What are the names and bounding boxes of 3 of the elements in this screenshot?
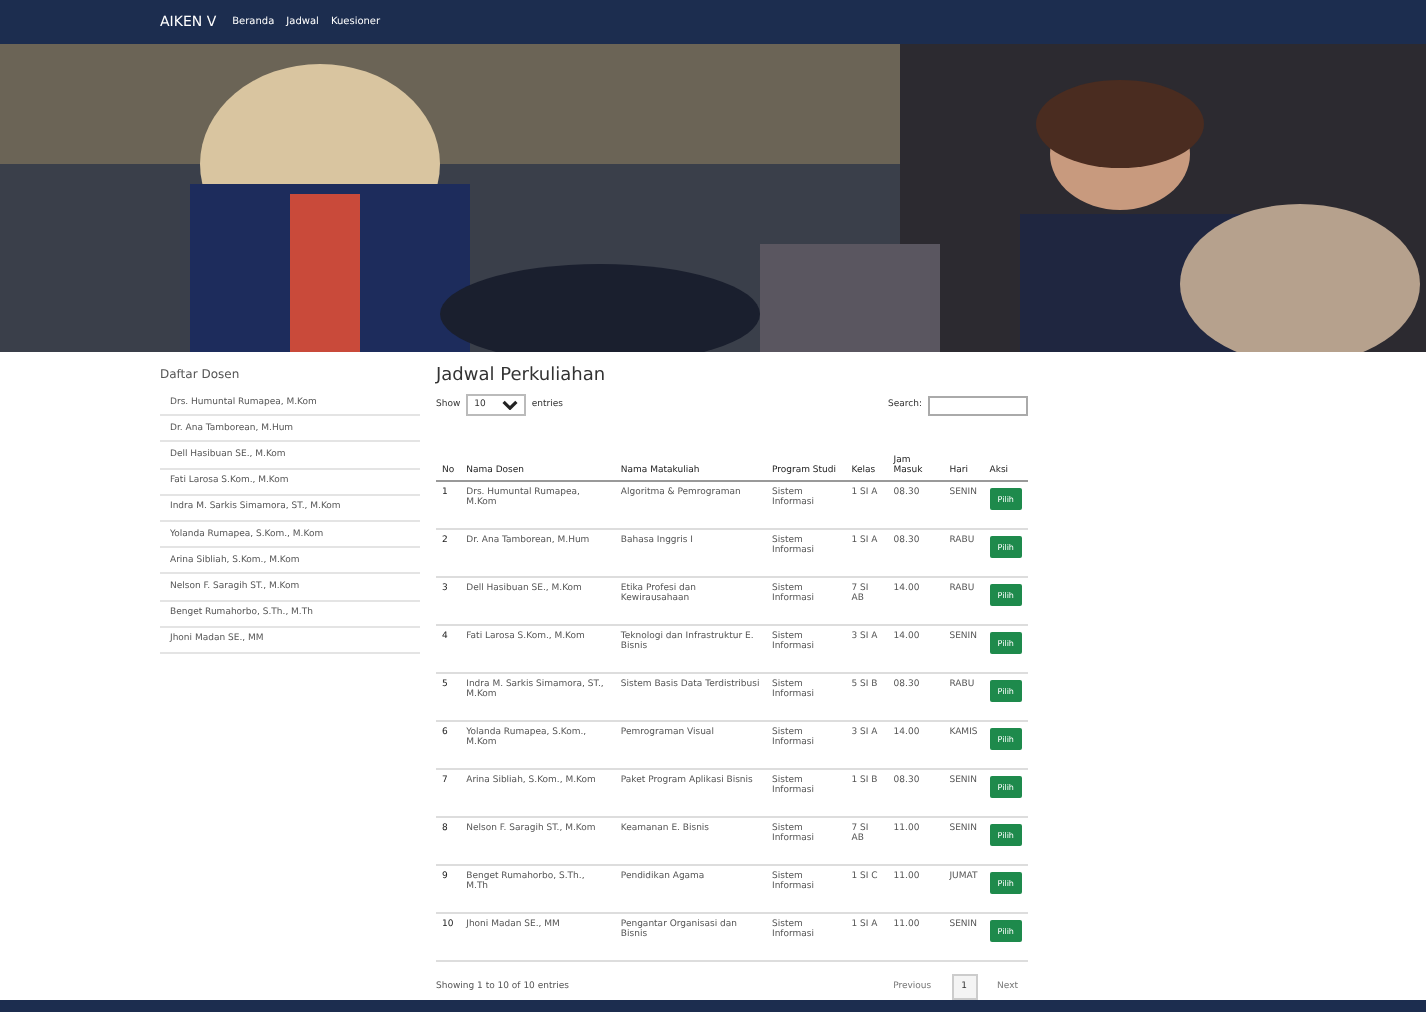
schedule-title: Jadwal Perkuliahan — [436, 364, 608, 390]
search-field[interactable] — [928, 395, 1028, 415]
chevron-icon — [501, 400, 518, 410]
